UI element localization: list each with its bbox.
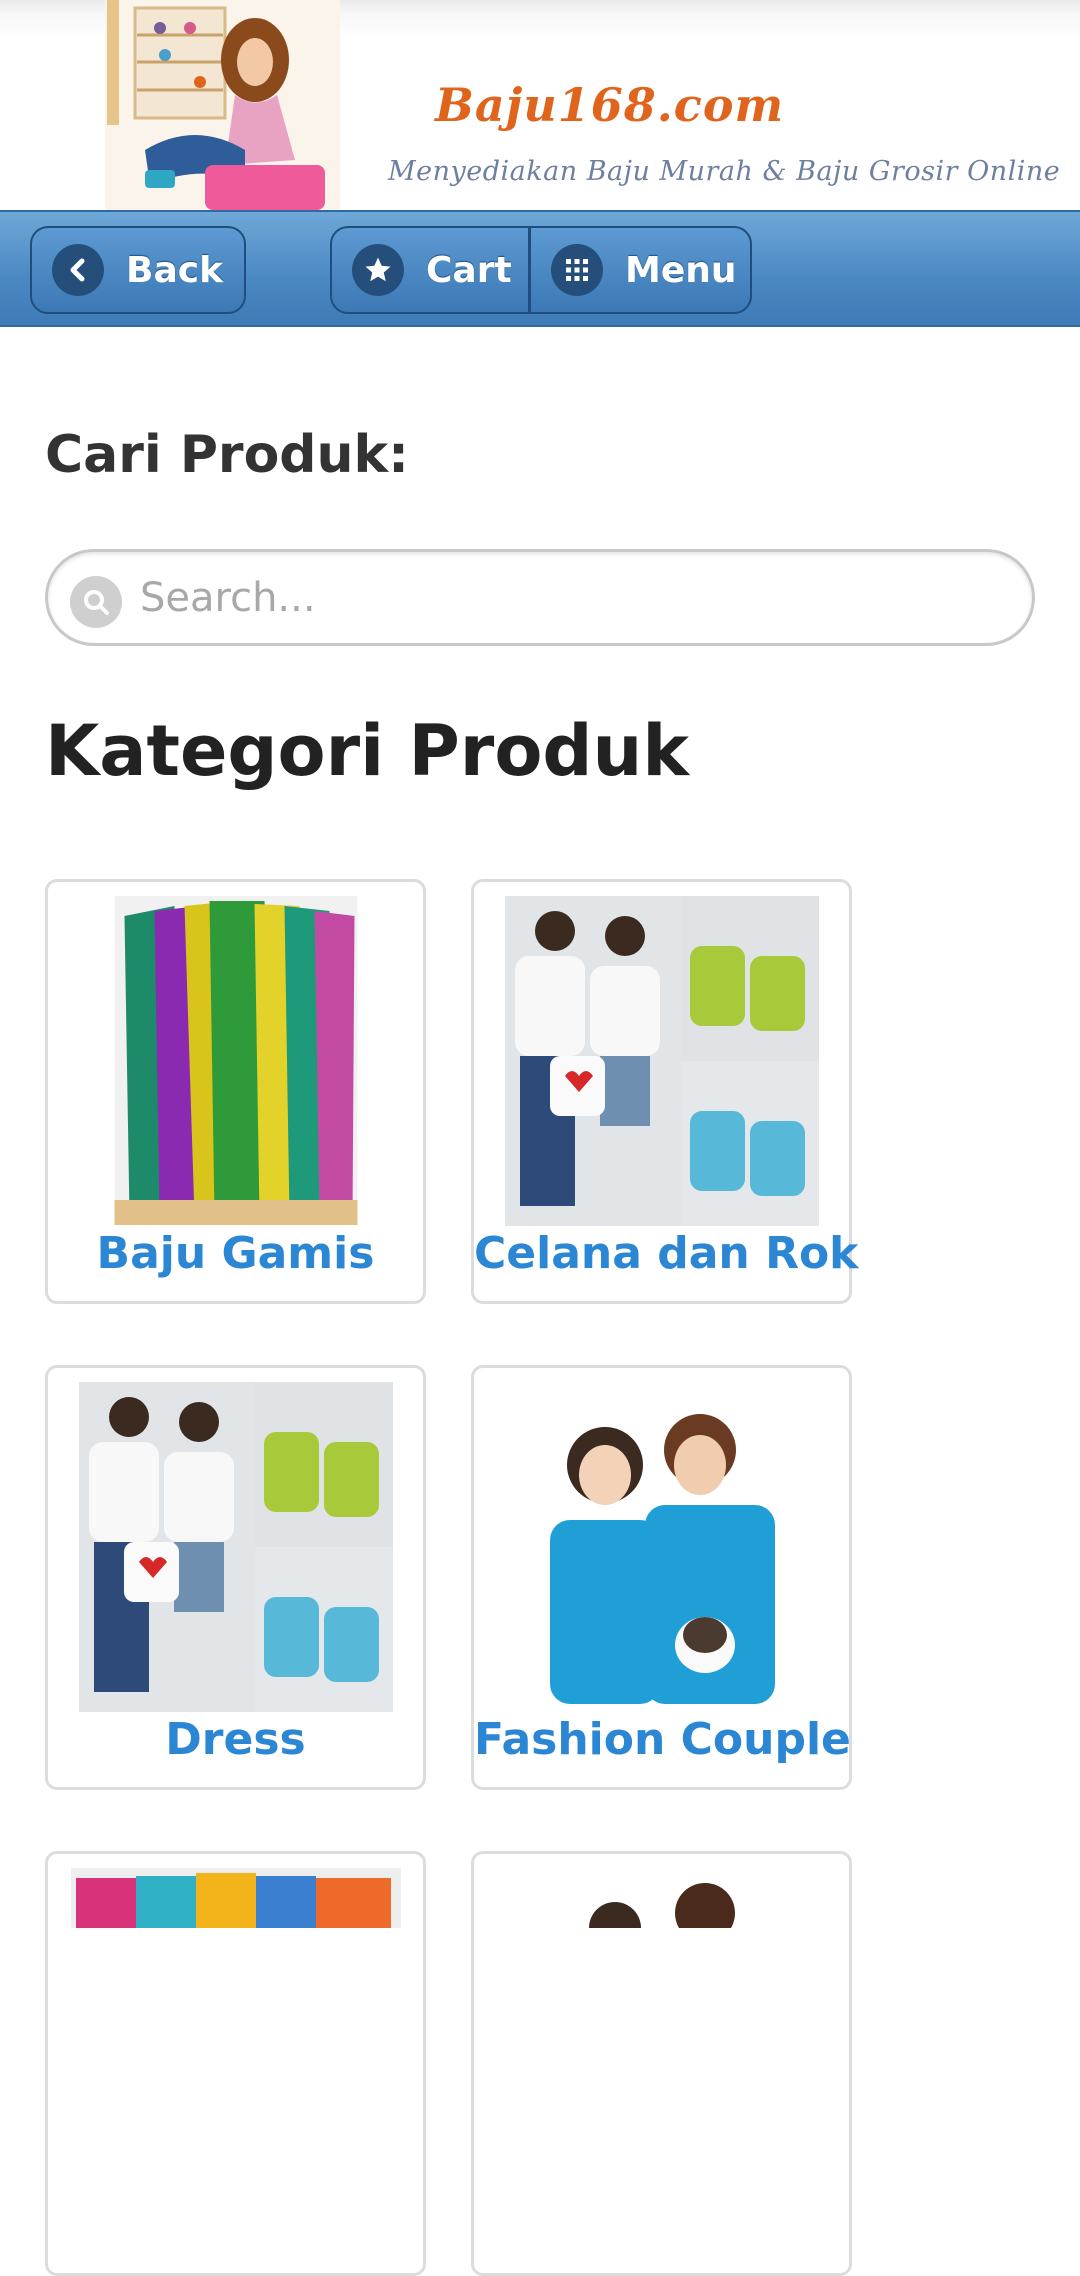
cart-button[interactable]: Cart bbox=[330, 226, 530, 314]
category-card-baju-gamis[interactable]: Baju Gamis bbox=[45, 879, 426, 1304]
category-image bbox=[70, 1868, 401, 1928]
category-title[interactable]: Celana dan Rok bbox=[474, 1228, 858, 1279]
category-image bbox=[504, 1868, 819, 1928]
search-icon bbox=[70, 576, 122, 628]
chevron-left-icon bbox=[52, 244, 104, 296]
back-button-label: Back bbox=[126, 249, 224, 291]
menu-button-label: Menu bbox=[625, 249, 737, 291]
category-image bbox=[504, 896, 819, 1226]
category-image bbox=[78, 1382, 393, 1712]
category-image bbox=[114, 896, 357, 1225]
menu-button[interactable]: Menu bbox=[529, 226, 752, 314]
category-title[interactable]: Dress bbox=[48, 1714, 423, 1765]
site-name: Baju168.com bbox=[435, 78, 785, 132]
back-button[interactable]: Back bbox=[30, 226, 246, 314]
search-box[interactable] bbox=[45, 549, 1035, 646]
cart-button-label: Cart bbox=[426, 249, 512, 291]
category-card-celana-dan-rok[interactable]: Celana dan Rok bbox=[471, 879, 858, 1304]
site-tagline: Menyediakan Baju Murah & Baju Grosir Onl… bbox=[388, 156, 1061, 187]
site-banner[interactable]: Baju168.com Menyediakan Baju Murah & Baj… bbox=[0, 0, 1080, 210]
navigation-toolbar: Back Cart Menu bbox=[0, 210, 1080, 327]
category-heading: Kategori Produk bbox=[45, 710, 689, 792]
category-card-fashion-couple[interactable]: Fashion Couple bbox=[471, 1365, 852, 1790]
category-title[interactable]: Fashion Couple bbox=[474, 1714, 851, 1765]
category-image bbox=[519, 1410, 804, 1704]
category-card-dress[interactable]: Dress bbox=[45, 1365, 426, 1790]
category-card[interactable] bbox=[471, 1851, 852, 2276]
category-title[interactable]: Baju Gamis bbox=[48, 1228, 423, 1279]
search-input[interactable] bbox=[138, 562, 1002, 634]
banner-illustration bbox=[105, 0, 340, 210]
search-label: Cari Produk: bbox=[45, 425, 409, 485]
star-icon bbox=[352, 244, 404, 296]
category-card[interactable] bbox=[45, 1851, 426, 2276]
grid-icon bbox=[551, 244, 603, 296]
